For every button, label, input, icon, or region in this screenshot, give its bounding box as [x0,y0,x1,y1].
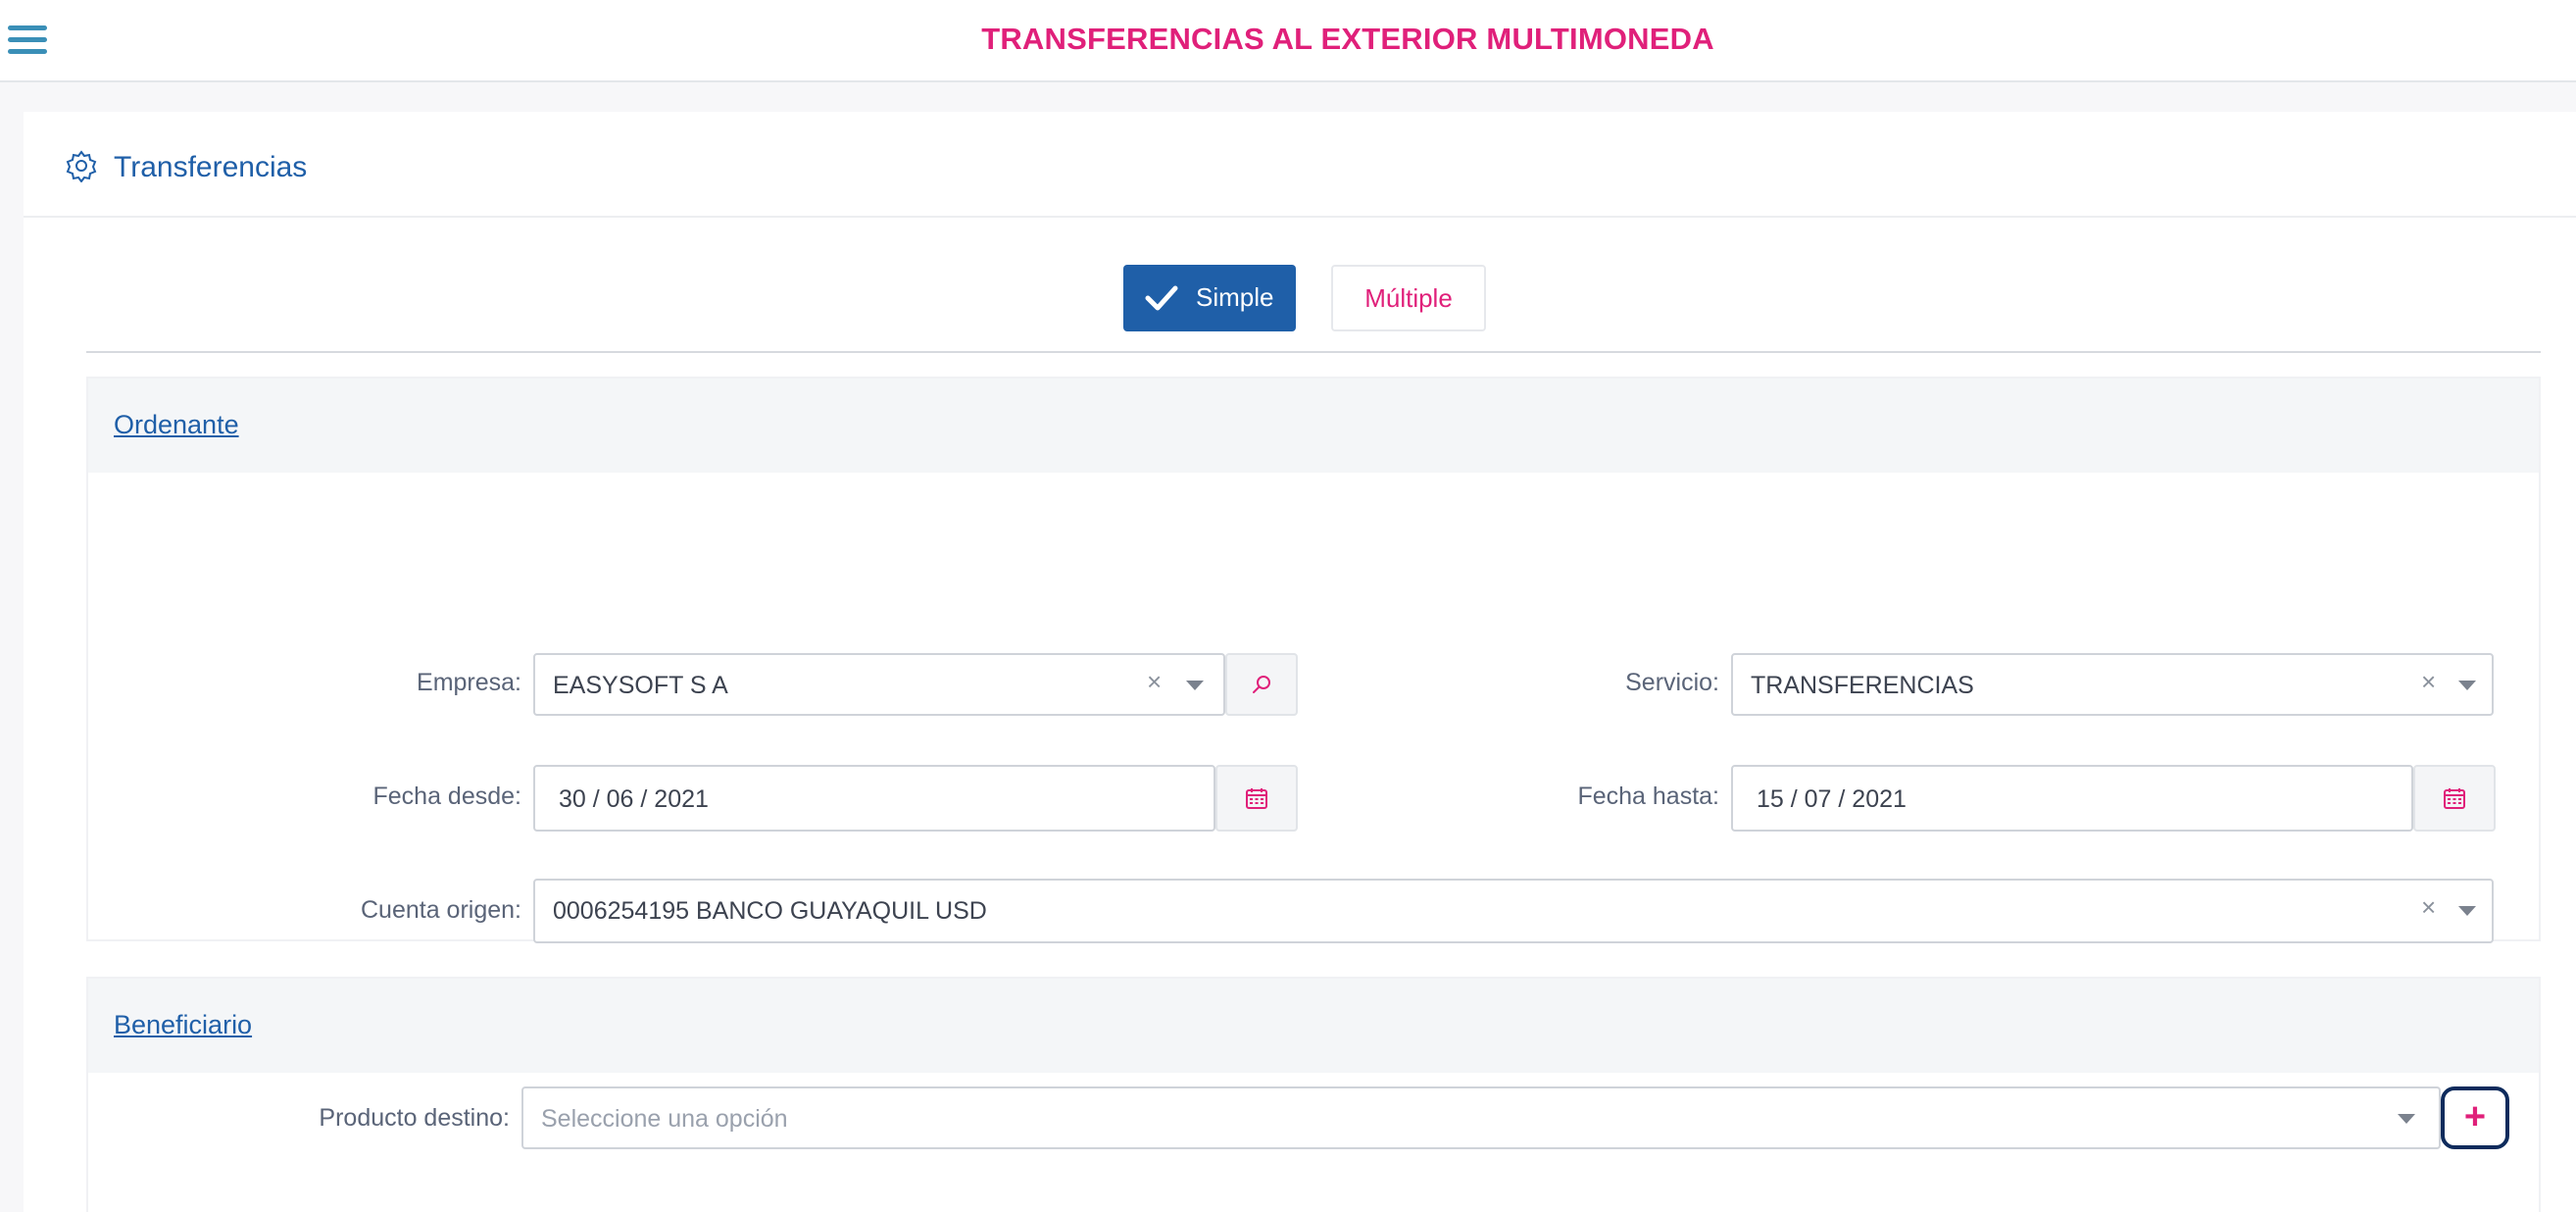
ordenante-section-header: Ordenante [88,379,2539,473]
producto-destino-placeholder: Seleccione una opción [541,1105,788,1133]
fecha-desde-input[interactable]: 30 / 06 / 2021 [533,765,1215,832]
ordenante-section-title[interactable]: Ordenante [114,410,239,440]
check-icon [1145,285,1178,311]
fecha-hasta-calendar-button[interactable] [2413,765,2496,832]
cuenta-origen-label: Cuenta origen: [360,896,521,924]
cuenta-origen-clear-icon[interactable]: × [2421,892,2436,923]
cuenta-origen-dropdown-icon[interactable] [2458,906,2476,916]
empresa-clear-icon[interactable]: × [1147,667,1162,697]
add-producto-button[interactable]: + [2441,1086,2509,1149]
card-header: Transferencias [24,112,2576,218]
cuenta-origen-select[interactable]: 0006254195 BANCO GUAYAQUIL USD × [533,879,2494,943]
simple-mode-label: Simple [1196,282,1274,312]
empresa-value: EASYSOFT S A [553,672,728,699]
producto-destino-dropdown-icon[interactable] [2398,1114,2415,1124]
fecha-desde-label: Fecha desde: [372,783,522,810]
search-icon [1253,676,1270,693]
cuenta-origen-value: 0006254195 BANCO GUAYAQUIL USD [553,897,987,925]
fecha-hasta-input[interactable]: 15 / 07 / 2021 [1731,765,2413,832]
empresa-label: Empresa: [417,669,521,696]
page-title: TRANSFERENCIAS AL EXTERIOR MULTIMONEDA [981,22,1714,56]
producto-destino-label: Producto destino: [319,1104,510,1132]
beneficiario-section-title[interactable]: Beneficiario [114,1010,252,1040]
servicio-select[interactable]: TRANSFERENCIAS × [1731,653,2494,716]
empresa-search-button[interactable] [1225,653,1298,716]
ordenante-section: Ordenante Empresa: EASYSOFT S A × Servic… [86,377,2541,943]
servicio-value: TRANSFERENCIAS [1751,672,1974,699]
multiple-mode-button[interactable]: Múltiple [1331,265,1486,331]
beneficiario-section: Beneficiario Producto destino: Seleccion… [86,977,2541,1212]
divider [86,351,2541,353]
empresa-select[interactable]: EASYSOFT S A × [533,653,1225,716]
servicio-clear-icon[interactable]: × [2421,667,2436,697]
producto-destino-select[interactable]: Seleccione una opción [521,1086,2441,1149]
fecha-hasta-label: Fecha hasta: [1577,783,1719,810]
beneficiario-section-header: Beneficiario [88,979,2539,1073]
gear-icon [66,150,97,182]
servicio-label: Servicio: [1625,669,1719,696]
fecha-hasta-value: 15 / 07 / 2021 [1757,785,1907,813]
transfer-card: Transferencias Simple Múltiple Ordenante… [24,112,2576,1212]
simple-mode-button[interactable]: Simple [1123,265,1296,331]
top-bar: TRANSFERENCIAS AL EXTERIOR MULTIMONEDA [0,0,2576,82]
servicio-dropdown-icon[interactable] [2458,681,2476,690]
calendar-icon [1246,788,1267,809]
empresa-dropdown-icon[interactable] [1186,681,1204,690]
fecha-desde-calendar-button[interactable] [1215,765,1298,832]
card-title: Transferencias [114,151,308,183]
fecha-desde-value: 30 / 06 / 2021 [559,785,709,813]
calendar-icon [2444,788,2465,809]
